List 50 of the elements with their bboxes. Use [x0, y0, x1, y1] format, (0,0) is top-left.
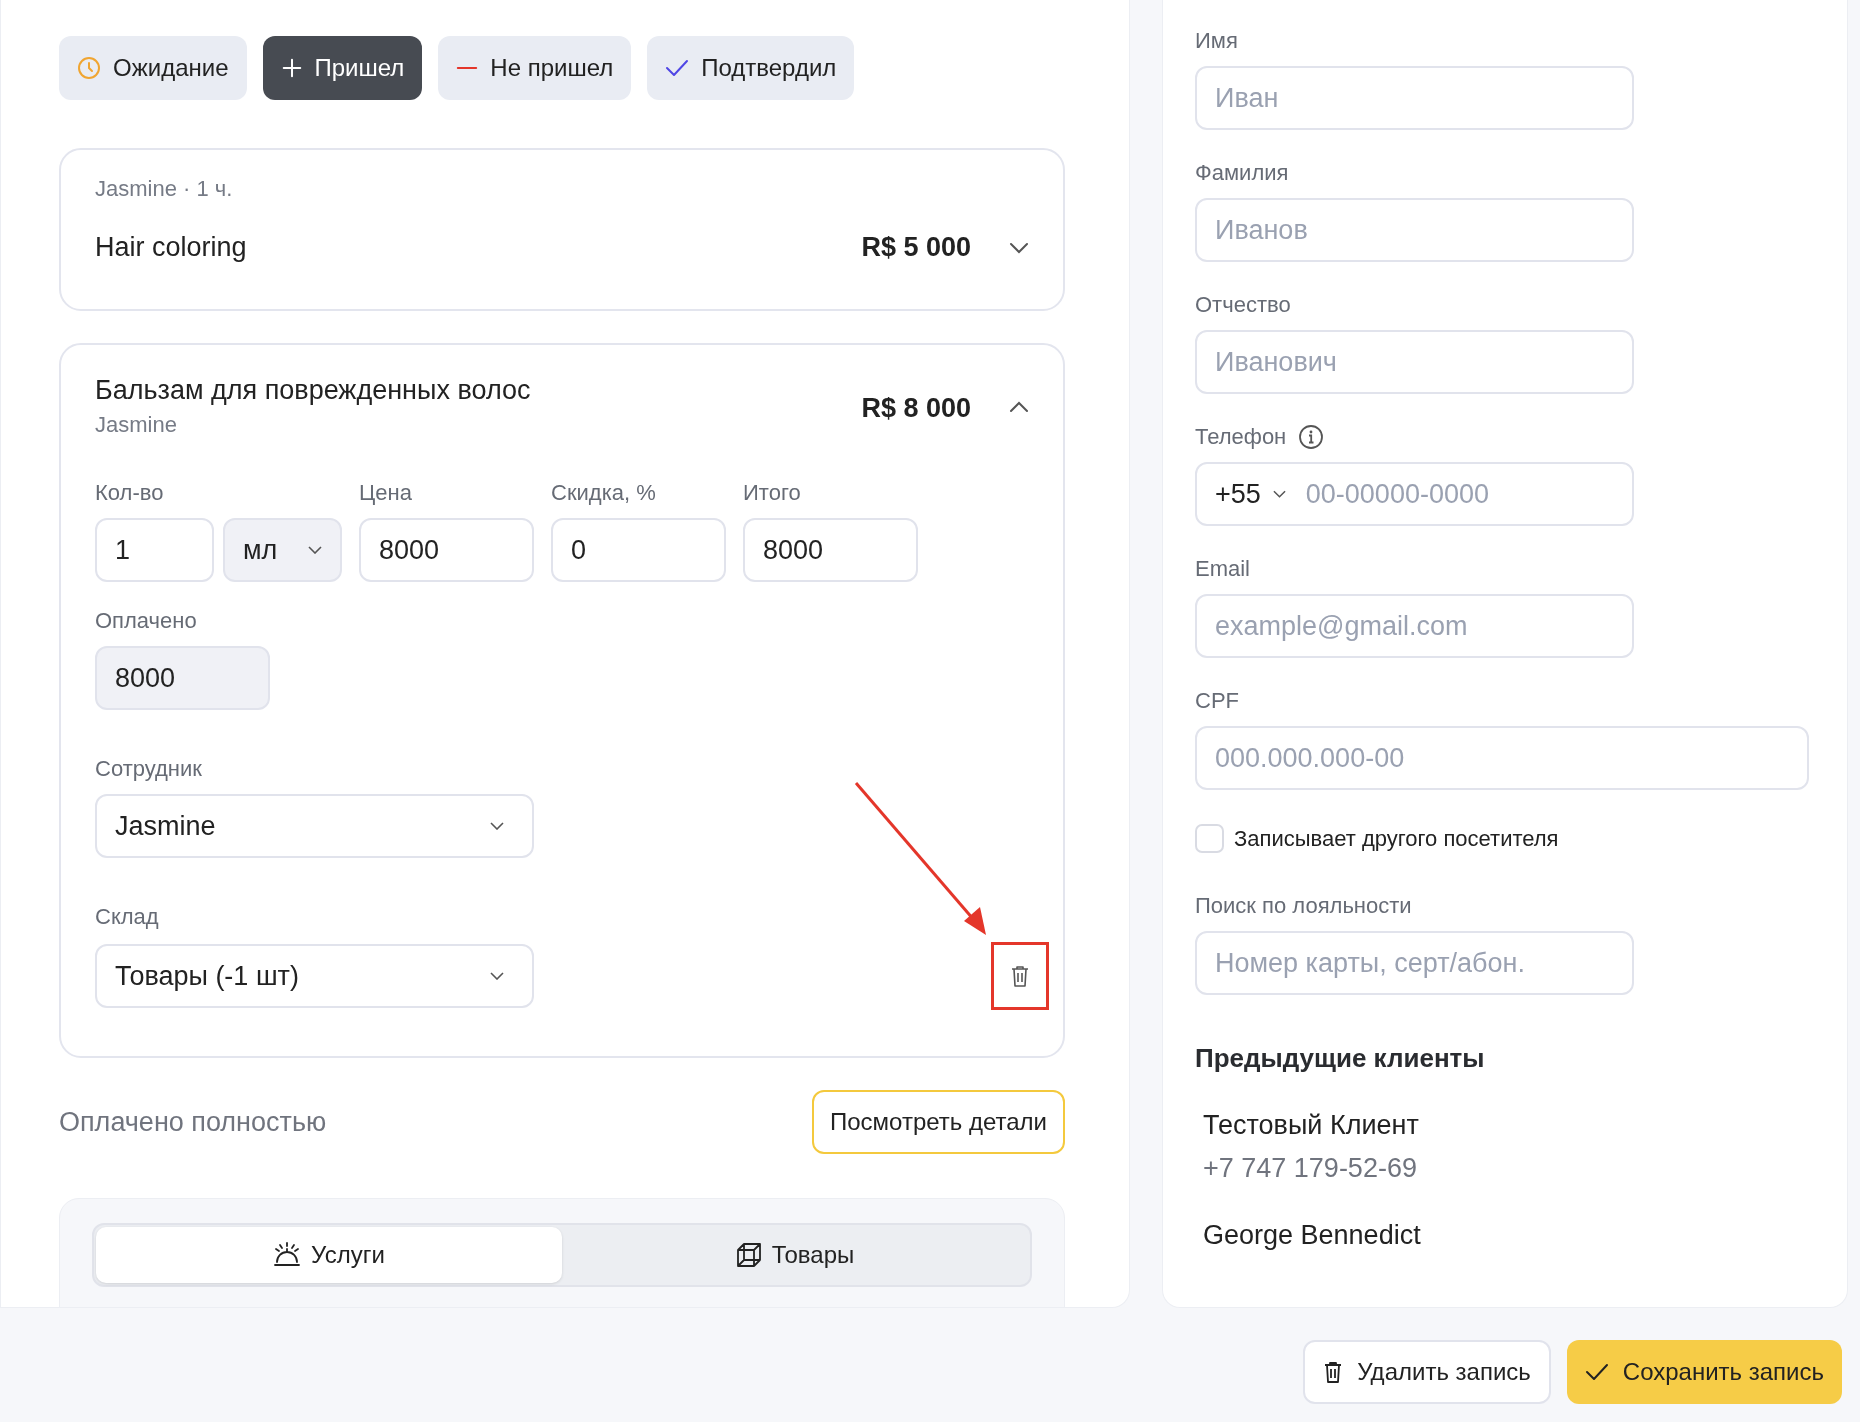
field-label: CPF: [1195, 688, 1239, 714]
employee-select[interactable]: Jasmine: [95, 794, 534, 858]
status-button[interactable]: Подтвердил: [647, 36, 855, 100]
field-label: Фамилия: [1195, 160, 1289, 186]
field-label: Телефон: [1195, 424, 1287, 450]
status-button[interactable]: Ожидание: [59, 36, 247, 100]
service-price: R$ 8 000: [861, 393, 971, 424]
field-label: Имя: [1195, 28, 1238, 54]
input-field[interactable]: Иван: [1195, 66, 1634, 130]
discount-field[interactable]: 0: [551, 518, 726, 582]
delete-button[interactable]: Удалить запись: [1303, 1340, 1551, 1404]
country-code-select[interactable]: +55: [1215, 478, 1286, 510]
service-meta: Jasmine: [95, 412, 178, 438]
details-button[interactable]: Посмотреть детали: [812, 1090, 1065, 1154]
input-field[interactable]: 000.000.000-00: [1195, 726, 1809, 790]
field-label: Отчество: [1195, 292, 1291, 318]
client-phone: +7 747 179-52-69: [1203, 1153, 1418, 1184]
tab[interactable]: Товары: [562, 1227, 1028, 1283]
field-label: Оплачено: [95, 608, 198, 634]
checkbox-label: Записывает другого посетителя: [1234, 825, 1559, 852]
service-meta: Jasmine · 1 ч.: [95, 176, 234, 202]
tab[interactable]: Услуги: [96, 1227, 562, 1283]
field-label: Email: [1195, 556, 1250, 582]
phone-field[interactable]: +55 00-00000-0000: [1195, 462, 1634, 526]
warehouse-select[interactable]: Товары (-1 шт): [95, 944, 534, 1008]
field-label: Склад: [95, 904, 160, 930]
input-field[interactable]: Иванов: [1195, 198, 1634, 262]
field-label: Сотрудник: [95, 756, 203, 782]
field-label: Поиск по лояльности: [1195, 893, 1413, 919]
field-label: Итого: [743, 480, 802, 506]
loyalty-search-field[interactable]: Номер карты, серт/абон.: [1195, 931, 1634, 995]
save-button[interactable]: Сохранить запись: [1566, 1340, 1842, 1404]
field-label: Цена: [359, 480, 413, 506]
input-field[interactable]: Иванович: [1195, 330, 1634, 394]
input-field[interactable]: example@gmail.com: [1195, 594, 1634, 658]
field-label: Скидка, %: [551, 480, 657, 506]
service-title: Hair coloring: [95, 232, 248, 263]
total-field[interactable]: 8000: [743, 518, 918, 582]
status-button[interactable]: Не пришел: [438, 36, 632, 100]
section-heading: Предыдущие клиенты: [1195, 1043, 1486, 1074]
service-title: Бальзам для поврежденных волос: [95, 375, 532, 406]
field-label: Кол-во: [95, 480, 165, 506]
client-name[interactable]: Тестовый Клиент: [1203, 1110, 1815, 1141]
client-name[interactable]: George Bennedict: [1203, 1220, 1815, 1251]
service-price: R$ 5 000: [861, 232, 971, 263]
status-button[interactable]: Пришел: [262, 36, 423, 100]
unit-select[interactable]: мл: [223, 518, 342, 582]
payment-status: Оплачено полностью: [59, 1106, 327, 1138]
quantity-field[interactable]: 1: [95, 518, 214, 582]
price-field[interactable]: 8000: [359, 518, 534, 582]
